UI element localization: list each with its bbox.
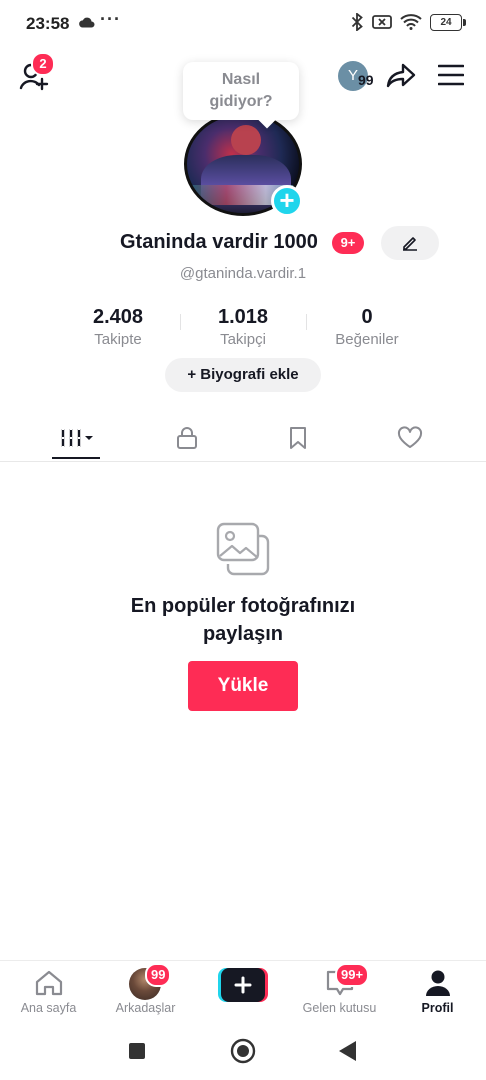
nav-profile[interactable]: Profil	[389, 961, 486, 1021]
nav-friends-label: Arkadaşlar	[115, 1001, 176, 1015]
tab-videos[interactable]	[16, 416, 136, 460]
stat-followers[interactable]: 1.018 Takipçi	[183, 306, 303, 348]
photo-icon	[216, 522, 270, 576]
battery-icon: 24	[430, 13, 466, 31]
add-friend-badge: 2	[31, 52, 55, 76]
account-count: 99	[358, 72, 374, 88]
stat-divider	[180, 314, 181, 330]
tab-private[interactable]	[127, 416, 247, 460]
nav-home[interactable]: Ana sayfa	[0, 961, 97, 1021]
nav-inbox[interactable]: 99+ Gelen kutusu	[291, 961, 388, 1021]
profile-name: Gtaninda vardir 1000	[120, 231, 318, 253]
empty-state-title: En popüler fotoğrafınızı paylaşın	[0, 592, 486, 648]
friends-badge: 99	[145, 963, 172, 987]
inbox-badge: 99+	[335, 963, 370, 987]
stat-following[interactable]: 2.408 Takipte	[58, 306, 178, 348]
wifi-icon	[400, 14, 422, 30]
home-button-icon[interactable]	[230, 1038, 256, 1064]
sim-off-icon	[372, 15, 392, 29]
nav-home-label: Ana sayfa	[20, 1001, 77, 1015]
profile-handle: @gtaninda.vardir.1	[179, 265, 307, 282]
stat-label: Takipte	[94, 331, 142, 348]
add-story-plus-icon[interactable]: +	[271, 185, 303, 217]
menu-icon[interactable]	[438, 63, 464, 87]
grid-videos-icon	[61, 428, 93, 448]
status-bar: 23:58 ··· 24	[0, 0, 486, 48]
stat-likes[interactable]: 0 Beğeniler	[307, 306, 427, 348]
bluetooth-icon	[351, 13, 363, 31]
stat-value: 0	[361, 306, 373, 328]
empty-title-line1: En popüler fotoğrafınızı	[130, 595, 356, 617]
active-tab-indicator	[52, 457, 100, 459]
content-tabs	[0, 416, 486, 462]
status-time: 23:58	[26, 14, 70, 33]
tab-saved[interactable]	[238, 416, 358, 460]
home-icon	[35, 970, 63, 996]
status-more-icon: ···	[100, 9, 121, 29]
nav-profile-label: Profil	[421, 1001, 454, 1015]
status-right-icons: 24	[350, 13, 466, 31]
tab-liked[interactable]	[350, 416, 470, 460]
tooltip-line2: gidiyor?	[209, 93, 273, 110]
upload-button[interactable]: Yükle	[188, 661, 298, 711]
pencil-icon	[403, 237, 417, 251]
add-bio-button[interactable]: + Biyografi ekle	[165, 358, 321, 392]
back-icon[interactable]	[338, 1040, 358, 1062]
empty-title-line2: paylaşın	[202, 623, 284, 645]
cloud-icon	[79, 17, 95, 28]
heart-icon	[397, 426, 423, 448]
edit-profile-button[interactable]	[381, 226, 439, 260]
status-tooltip[interactable]: Nasıl gidiyor?	[183, 62, 299, 120]
share-icon[interactable]	[386, 60, 416, 90]
nav-inbox-label: Gelen kutusu	[302, 1001, 377, 1015]
stat-value: 1.018	[217, 306, 269, 328]
nav-friends[interactable]: 99 Arkadaşlar	[97, 961, 194, 1021]
stat-label: Takipçi	[220, 331, 266, 348]
create-plus-icon[interactable]	[218, 968, 268, 1002]
stat-label: Beğeniler	[335, 331, 399, 348]
stat-value: 2.408	[92, 306, 144, 328]
bookmark-icon	[290, 427, 306, 449]
name-badge: 9+	[332, 232, 364, 254]
profile-icon	[426, 970, 450, 996]
lock-icon	[177, 427, 197, 449]
system-nav-bar	[0, 1022, 486, 1080]
tooltip-line1: Nasıl	[221, 71, 261, 88]
recent-apps-icon[interactable]	[128, 1042, 146, 1060]
